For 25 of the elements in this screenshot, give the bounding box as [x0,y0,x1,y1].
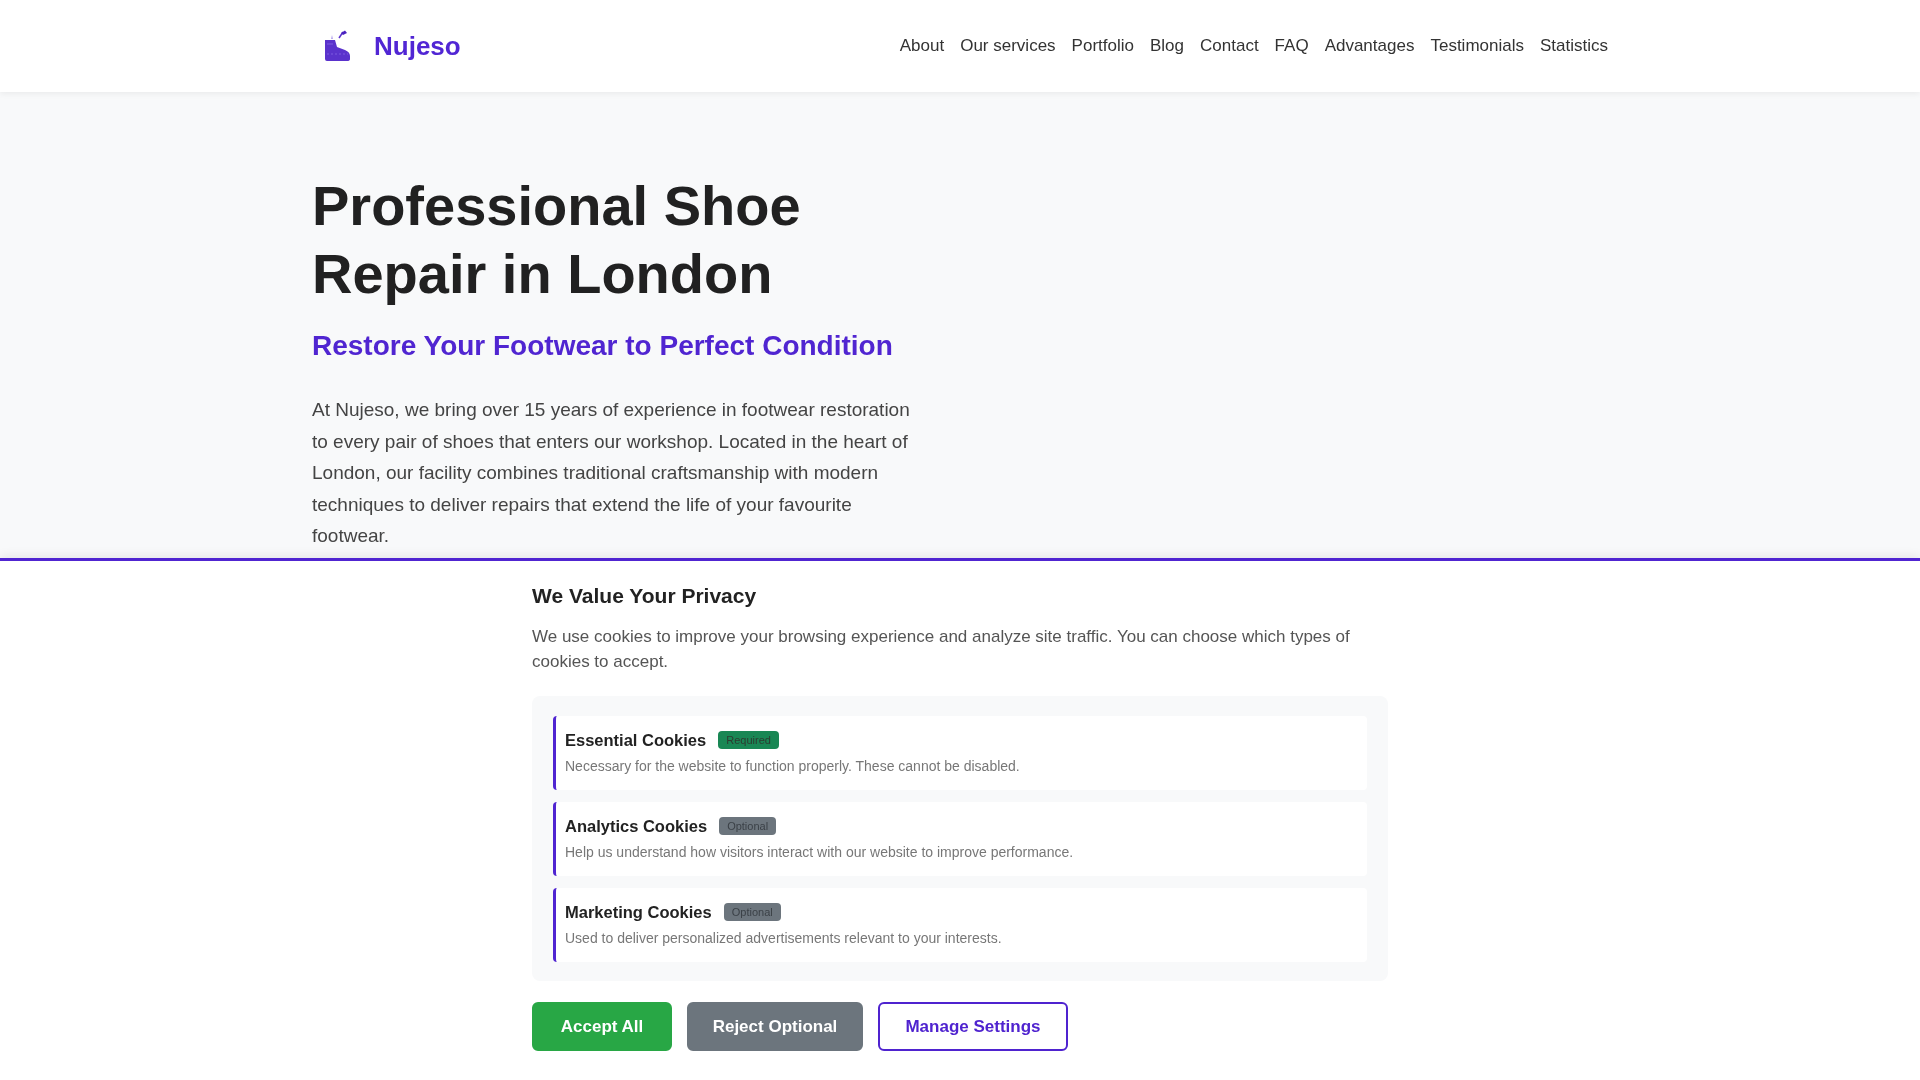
hero-title: Professional Shoe Repair in London [312,173,802,307]
cookie-category-title: Essential Cookies [565,730,707,750]
hero-subtitle: Restore Your Footwear to Perfect Condition [312,329,894,363]
nav-link[interactable]: Our services [960,33,1056,59]
cookie-category-title: Marketing Cookies [565,902,712,922]
hero-description: At Nujeso, we bring over 15 years of experience in footwear restoration to every pair of shoes that enters our workshop. Located in the heart of London, our facility combines traditional craftsmanship with modern techniques to deliver repairs that extend the life of your favourite footwear. [312,398,911,548]
cookie-category-description: Used to deliver personalized advertisements relevant to your interests. [565,929,1003,948]
cookie-outline-button[interactable]: Manage Settings [878,1002,1068,1051]
shoe-icon [322,30,352,62]
nav-link[interactable]: Portfolio [1071,33,1134,59]
cookie-banner-title: We Value Your Privacy [532,583,758,609]
cookie-secondary-button[interactable]: Reject Optional [687,1002,863,1051]
nav-link[interactable]: Testimonials [1430,33,1524,59]
nav-link[interactable]: FAQ [1274,33,1309,59]
cookie-category-description: Necessary for the website to function properly. These cannot be disabled. [565,757,1021,776]
cookie-category-title: Analytics Cookies [565,816,708,836]
nav-link[interactable]: Contact [1200,33,1259,59]
nav-link[interactable]: About [899,33,945,59]
nav-link[interactable]: Advantages [1324,33,1415,59]
cookie-category-badge: Required [718,731,779,749]
cookie-banner-description: We use cookies to improve your browsing experience and analyze site traffic. You can choose which types of cookies to accept. [532,626,1351,673]
nav-link[interactable]: Blog [1150,33,1184,59]
brand-name[interactable]: Nujeso [374,33,461,59]
cookie-category-description: Help us understand how visitors interact with our website to improve performance. [565,843,1075,862]
nav-link[interactable]: Statistics [1539,33,1608,59]
